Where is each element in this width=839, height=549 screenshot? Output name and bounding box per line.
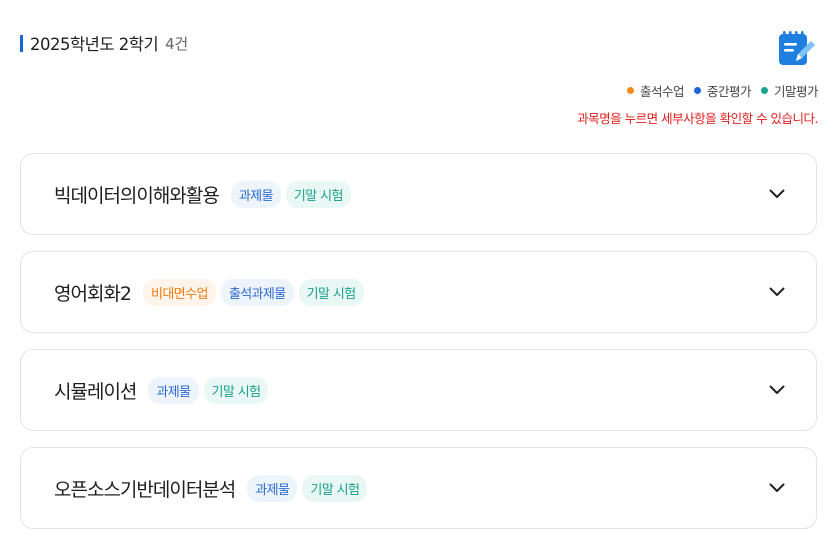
legend: 출석수업 중간평가 기말평가 — [617, 81, 819, 100]
course-card[interactable]: 오픈소스기반데이터분석 과제물 기말 시험 — [20, 447, 817, 529]
course-list: 빅데이터의이해와활용 과제물 기말 시험 영어회화2 비대면수업 출석과제물 기… — [20, 153, 817, 545]
course-card[interactable]: 시뮬레이션 과제물 기말 시험 — [20, 349, 817, 431]
chevron-down-icon[interactable] — [768, 283, 786, 301]
tag-assignment: 과제물 — [230, 180, 281, 208]
legend-dot-teal — [760, 87, 768, 94]
legend-item-midterm: 중간평가 — [693, 81, 752, 100]
course-card[interactable]: 빅데이터의이해와활용 과제물 기말 시험 — [20, 153, 817, 235]
legend-dot-blue — [693, 87, 701, 94]
tag-final-exam: 기말 시험 — [203, 376, 269, 404]
term-title: 2025학년도 2학기 — [30, 35, 159, 54]
chevron-down-icon[interactable] — [768, 381, 786, 399]
legend-item-final: 기말평가 — [760, 81, 819, 100]
course-card[interactable]: 영어회화2 비대면수업 출석과제물 기말 시험 — [20, 251, 817, 333]
course-name[interactable]: 빅데이터의이해와활용 — [54, 181, 220, 208]
tag-online-class: 비대면수업 — [143, 278, 216, 306]
course-name[interactable]: 영어회화2 — [54, 279, 132, 306]
chevron-down-icon[interactable] — [768, 185, 786, 203]
notepad-pencil-icon[interactable] — [777, 28, 817, 68]
course-name[interactable]: 시뮬레이션 — [54, 377, 137, 404]
hint-text: 과목명을 누르면 세부사항을 확인할 수 있습니다. — [577, 111, 818, 126]
chevron-down-icon[interactable] — [768, 479, 786, 497]
legend-item-attendance: 출석수업 — [626, 81, 685, 100]
legend-label: 중간평가 — [706, 84, 752, 99]
tag-final-exam: 기말 시험 — [285, 180, 351, 208]
header-accent-bar — [20, 34, 23, 52]
legend-label: 기말평가 — [773, 84, 819, 99]
course-count: 4건 — [165, 34, 188, 53]
tag-attendance-assignment: 출석과제물 — [220, 278, 294, 306]
legend-label: 출석수업 — [639, 84, 685, 99]
term-header: 2025학년도 2학기 4건 — [20, 31, 188, 55]
tag-assignment: 과제물 — [148, 376, 199, 404]
course-name[interactable]: 오픈소스기반데이터분석 — [54, 475, 236, 502]
legend-dot-orange — [626, 87, 634, 94]
tag-final-exam: 기말 시험 — [298, 278, 364, 306]
tag-assignment: 과제물 — [247, 474, 298, 502]
tag-final-exam: 기말 시험 — [302, 474, 368, 502]
